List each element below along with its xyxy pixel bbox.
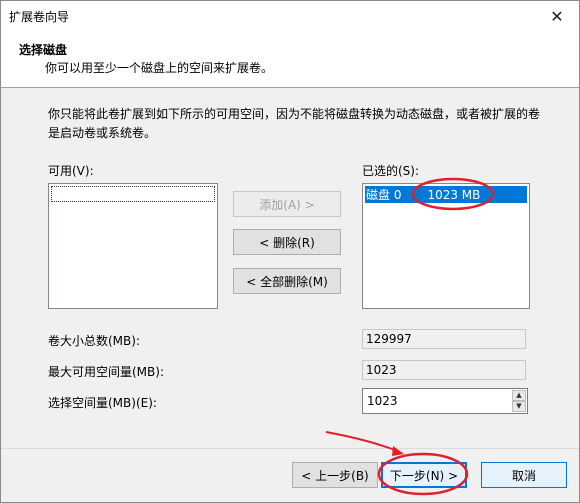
disk-size: 1023 MB [427, 187, 481, 202]
total-size-label: 卷大小总数(MB): [48, 334, 140, 348]
max-space-label: 最大可用空间量(MB): [48, 365, 164, 379]
select-space-stepper[interactable]: ▲ ▼ [362, 388, 528, 414]
max-space-field: 1023 [362, 360, 526, 380]
close-icon[interactable]: ✕ [535, 1, 579, 31]
page-subtitle: 你可以用至少一个磁盘上的空间来扩展卷。 [45, 61, 274, 75]
select-space-input[interactable] [365, 391, 509, 411]
remove-button[interactable]: < 删除(R) [233, 229, 341, 255]
title-bar: 扩展卷向导 ✕ [1, 1, 579, 31]
back-button[interactable]: < 上一步(B) [292, 462, 378, 488]
list-item[interactable]: 磁盘 0 1023 MB [365, 186, 527, 203]
available-label: 可用(V): [48, 164, 94, 178]
disk-name: 磁盘 0 [366, 188, 402, 202]
cancel-button[interactable]: 取消 [481, 462, 567, 488]
remove-all-button[interactable]: < 全部删除(M) [233, 268, 341, 294]
select-space-label: 选择空间量(MB)(E): [48, 396, 157, 410]
window-title: 扩展卷向导 [9, 10, 70, 24]
total-size-field: 129997 [362, 329, 526, 349]
selected-label: 已选的(S): [362, 164, 420, 178]
description-text: 你只能将此卷扩展到如下所示的可用空间，因为不能将磁盘转换为动态磁盘，或者被扩展的… [48, 107, 541, 140]
wizard-header: 选择磁盘 你可以用至少一个磁盘上的空间来扩展卷。 [1, 31, 579, 88]
page-title: 选择磁盘 [19, 43, 68, 57]
wizard-window: 扩展卷向导 ✕ 选择磁盘 你可以用至少一个磁盘上的空间来扩展卷。 你只能将此卷扩… [0, 0, 580, 503]
available-list[interactable] [48, 183, 218, 309]
spin-up-icon[interactable]: ▲ [512, 390, 526, 401]
add-button[interactable]: 添加(A) > [233, 191, 341, 217]
list-focus-rect [51, 186, 215, 202]
footer-divider [1, 448, 579, 449]
spin-down-icon[interactable]: ▼ [512, 401, 526, 412]
next-button[interactable]: 下一步(N) > [381, 462, 467, 488]
selected-list[interactable]: 磁盘 0 1023 MB [362, 183, 530, 309]
